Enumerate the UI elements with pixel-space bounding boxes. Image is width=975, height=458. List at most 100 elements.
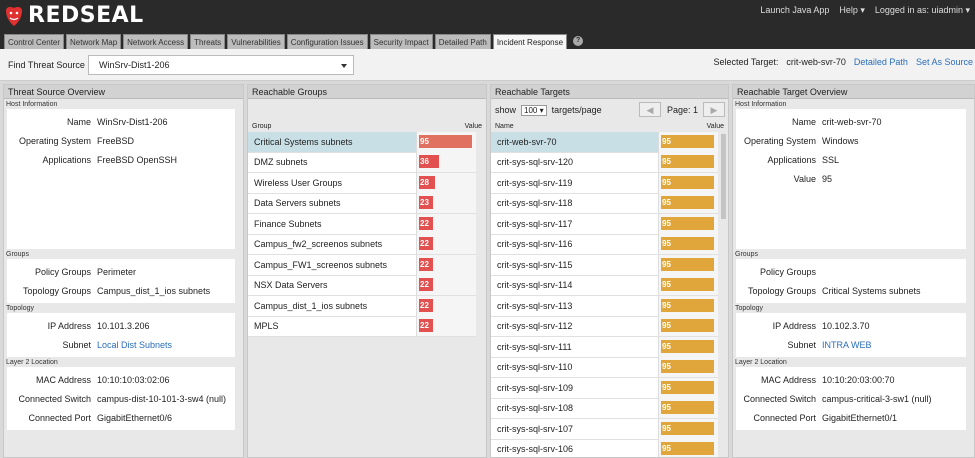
scrollbar[interactable] xyxy=(478,132,486,457)
column-header-name[interactable]: Name xyxy=(495,121,514,132)
row-name: Campus_dist_1_ios subnets xyxy=(254,300,368,311)
row-name: crit-sys-sql-srv-120 xyxy=(497,157,574,168)
table-row[interactable]: crit-sys-sql-srv-107 95 xyxy=(491,418,718,440)
table-row[interactable]: crit-sys-sql-srv-117 95 xyxy=(491,213,718,235)
table-row[interactable]: crit-sys-sql-srv-116 95 xyxy=(491,234,718,255)
info-value: FreeBSD xyxy=(97,135,135,146)
info-row: Policy Groups Perimeter xyxy=(7,262,240,281)
info-key: Applications xyxy=(767,154,816,165)
help-icon[interactable]: ? xyxy=(573,36,584,46)
row-name: crit-sys-sql-srv-114 xyxy=(497,280,573,291)
info-value: FreeBSD OpenSSH xyxy=(97,154,178,165)
value-bar: 23 xyxy=(419,196,433,210)
table-row[interactable]: Campus_fw2_screenos subnets 22 xyxy=(248,234,476,255)
value-cell: 95 xyxy=(658,234,718,255)
info-row: Policy Groups xyxy=(736,262,971,281)
info-row: Connected Switch campus-critical-3-sw1 (n… xyxy=(736,389,971,408)
info-key: MAC Address xyxy=(760,374,816,385)
table-row[interactable]: crit-sys-sql-srv-118 95 xyxy=(491,193,718,214)
tab-vulnerabilities[interactable]: Vulnerabilities xyxy=(227,34,285,49)
info-value: Windows xyxy=(822,135,859,146)
value-bar: 22 xyxy=(419,216,433,230)
table-row[interactable]: crit-sys-sql-srv-114 95 xyxy=(491,275,718,296)
column-header-value[interactable]: Value xyxy=(707,121,724,132)
table-row[interactable]: crit-sys-sql-srv-120 95 xyxy=(491,152,718,173)
value-bar: 95 xyxy=(661,216,714,230)
targets-per-page-label: targets/page xyxy=(551,105,602,115)
info-value-link[interactable]: INTRA WEB xyxy=(822,340,872,350)
table-row[interactable]: Critical Systems subnets 95 xyxy=(248,131,476,153)
launch-java-app-link[interactable]: Launch Java App xyxy=(760,5,829,16)
column-header-value[interactable]: Value xyxy=(465,121,482,132)
user-menu[interactable]: Logged in as: uiadmin ▾ xyxy=(875,5,970,16)
table-row[interactable]: crit-sys-sql-srv-113 95 xyxy=(491,295,718,317)
value-cell: 22 xyxy=(416,213,476,234)
tab-network-map[interactable]: Network Map xyxy=(66,34,122,49)
row-name: crit-sys-sql-srv-112 xyxy=(497,321,573,332)
table-row[interactable]: Campus_FW1_screenos subnets 22 xyxy=(248,254,476,276)
info-key: Applications xyxy=(42,154,91,165)
table-row[interactable]: crit-sys-sql-srv-109 95 xyxy=(491,377,718,399)
table-row[interactable]: crit-web-svr-70 95 xyxy=(491,131,718,153)
table-row[interactable]: MPLS 22 xyxy=(248,316,476,337)
table-row[interactable]: Wireless User Groups 28 xyxy=(248,172,476,194)
per-page-select[interactable]: 100 ▾ xyxy=(521,104,547,116)
table-row[interactable]: crit-sys-sql-srv-115 95 xyxy=(491,254,718,276)
value-bar: 95 xyxy=(661,339,714,353)
value-bar: 95 xyxy=(661,257,714,271)
value-cell: 22 xyxy=(416,234,476,255)
value-cell: 36 xyxy=(416,152,476,173)
scrollbar[interactable] xyxy=(720,132,728,457)
value-cell: 95 xyxy=(658,398,718,419)
tab-detailed-path[interactable]: Detailed Path xyxy=(434,34,491,49)
table-row[interactable]: crit-sys-sql-srv-108 95 xyxy=(491,398,718,419)
tab-configuration-issues[interactable]: Configuration Issues xyxy=(286,34,368,49)
panel-title: Threat Source Overview xyxy=(4,85,243,99)
tab-control-center[interactable]: Control Center xyxy=(4,34,65,49)
table-row[interactable]: crit-sys-sql-srv-111 95 xyxy=(491,336,718,358)
tab-threats[interactable]: Threats xyxy=(190,34,226,49)
row-name: Campus_FW1_screenos subnets xyxy=(254,259,388,270)
table-row[interactable]: crit-sys-sql-srv-110 95 xyxy=(491,357,718,378)
tab-network-access[interactable]: Network Access xyxy=(123,34,189,49)
threat-source-select[interactable]: WinSrv-Dist1-206 xyxy=(88,55,354,75)
topology-info-box: IP Address 10.101.3.206 Subnet Local Dist S… xyxy=(7,313,240,357)
section-label: Host Information xyxy=(6,101,58,108)
table-row[interactable]: NSX Data Servers 22 xyxy=(248,275,476,296)
value-bar: 22 xyxy=(419,257,433,271)
info-value: crit-web-svr-70 xyxy=(822,116,882,127)
value-cell: 22 xyxy=(416,316,476,337)
info-key: Subnet xyxy=(787,339,816,350)
help-menu[interactable]: Help ▾ xyxy=(839,5,865,16)
table-row[interactable]: crit-sys-sql-srv-119 95 xyxy=(491,172,718,194)
value-cell: 23 xyxy=(416,193,476,214)
table-row[interactable]: DMZ subnets 36 xyxy=(248,152,476,173)
info-key: Topology Groups xyxy=(22,285,91,296)
value-bar: 95 xyxy=(661,237,714,251)
page-label: Page: 1 xyxy=(667,105,699,115)
table-row[interactable]: crit-sys-sql-srv-106 95 xyxy=(491,439,718,457)
prev-page-button[interactable]: ◀ xyxy=(639,102,661,117)
next-page-button[interactable]: ▶ xyxy=(703,102,725,117)
scrollbar[interactable] xyxy=(235,100,243,457)
set-as-source-link[interactable]: Set As Source xyxy=(916,57,973,67)
table-row[interactable]: crit-sys-sql-srv-112 95 xyxy=(491,316,718,337)
row-name: crit-sys-sql-srv-118 xyxy=(497,198,573,209)
brand-name: REDSEAL xyxy=(28,3,144,28)
row-name: DMZ subnets xyxy=(254,157,308,168)
tab-security-impact[interactable]: Security Impact xyxy=(369,34,433,49)
column-header-group[interactable]: Group xyxy=(252,121,271,132)
table-row[interactable]: Finance Subnets 22 xyxy=(248,213,476,235)
detailed-path-link[interactable]: Detailed Path xyxy=(854,57,908,67)
table-row[interactable]: Campus_dist_1_ios subnets 22 xyxy=(248,295,476,317)
tab-incident-response[interactable]: Incident Response xyxy=(492,34,568,49)
info-value: Perimeter xyxy=(97,266,137,277)
info-value-link[interactable]: Local Dist Subnets xyxy=(97,340,172,350)
section-label: Topology xyxy=(735,305,764,312)
row-name: crit-sys-sql-srv-106 xyxy=(497,444,574,455)
info-value: 95 xyxy=(822,173,833,184)
table-row[interactable]: Data Servers subnets 23 xyxy=(248,193,476,214)
scrollbar-thumb[interactable] xyxy=(721,134,726,219)
layer2-info-box: MAC Address 10:10:20:03:00:70 Connected Sw… xyxy=(736,367,971,430)
scrollbar[interactable] xyxy=(966,100,974,457)
